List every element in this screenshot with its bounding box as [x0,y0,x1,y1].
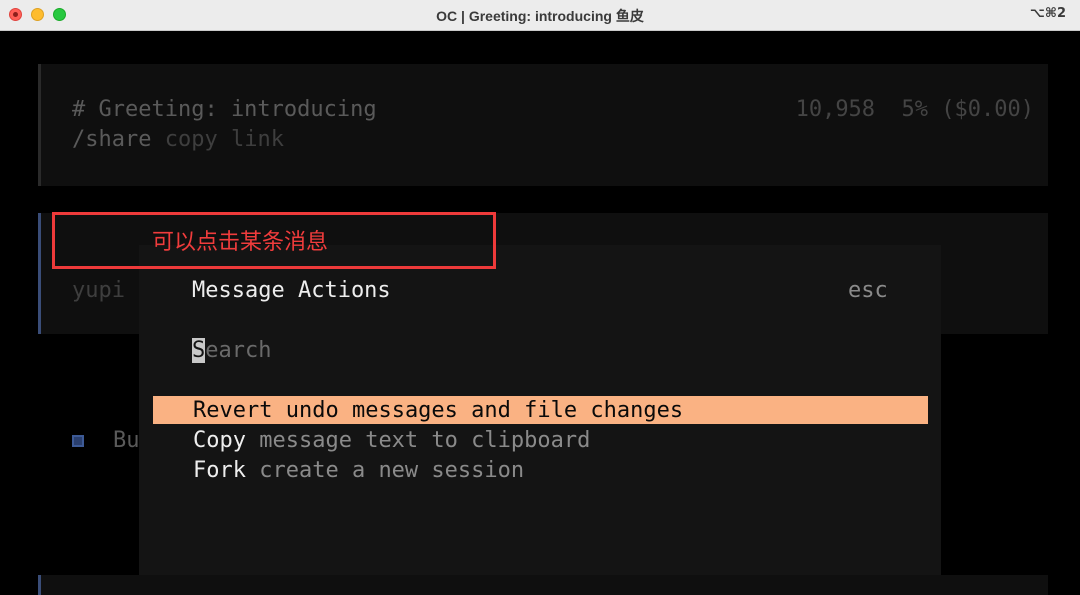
action-revert[interactable]: Revert undo messages and file changes [193,396,683,426]
share-hint: copy link [164,127,284,152]
action-name: Revert [193,398,273,423]
window-shortcut: ⌥⌘2 [1029,6,1066,21]
session-stats: 10,958 5% ($0.00) [795,97,1034,122]
background-partial-text: Bu [113,428,140,453]
action-name: Copy [193,428,246,453]
dialog-close-hint[interactable]: esc [848,276,888,306]
action-description: create a new session [259,458,525,483]
message-author: yupi [72,278,125,303]
annotation-text: 可以点击某条消息 [152,230,329,255]
share-command[interactable]: /share copy link [72,125,284,155]
share-command-label: /share [72,127,152,152]
action-name: Fork [193,458,246,483]
session-title: # Greeting: introducing [72,97,377,122]
action-description: undo messages and file changes [285,398,684,423]
window-titlebar: OC | Greeting: introducing 鱼皮 ⌥⌘2 [0,0,1080,31]
search-input[interactable]: Search [192,336,271,366]
window-title: OC | Greeting: introducing 鱼皮 [436,8,644,24]
action-copy[interactable]: Copy message text to clipboard [193,426,590,456]
action-fork[interactable]: Fork create a new session [193,456,524,486]
search-placeholder: earch [205,338,272,363]
text-cursor: S [192,338,206,363]
square-icon [72,435,84,447]
action-description: message text to clipboard [259,428,591,453]
dialog-title: Message Actions [192,278,391,303]
next-message-panel[interactable] [38,575,1048,595]
